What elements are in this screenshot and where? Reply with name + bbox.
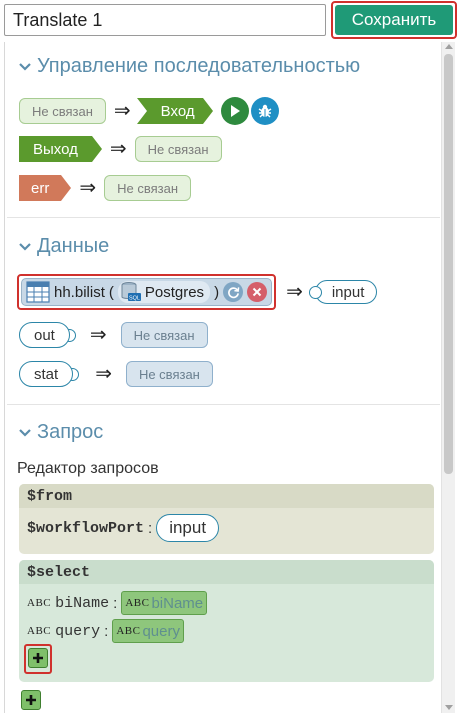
stat-port-row: stat ⇒ Не связан xyxy=(19,361,213,387)
plus-icon xyxy=(26,695,36,705)
run-button[interactable] xyxy=(220,97,249,125)
input-flow-row: Не связан ⇒ Вход xyxy=(19,97,279,125)
flow-arrow: ⇒ xyxy=(113,100,131,122)
unlinked-port[interactable]: Не связан xyxy=(19,98,106,124)
control-flow-section: Управление последовательностью Не связан… xyxy=(7,42,440,218)
type-label: ABC xyxy=(116,625,141,637)
save-button-highlight: Сохранить xyxy=(331,1,457,39)
from-field-line: $workflowPort : input xyxy=(27,514,220,542)
query-editor-label: Редактор запросов xyxy=(17,460,159,477)
from-value-port[interactable]: input xyxy=(156,514,220,542)
type-label: ABC xyxy=(27,597,52,609)
vertical-scrollbar[interactable] xyxy=(441,42,455,713)
error-flow-row: err ⇒ Не связан xyxy=(19,175,192,201)
colon: : xyxy=(148,519,153,537)
type-label: ABC xyxy=(27,625,52,637)
out-data-port[interactable]: out xyxy=(19,322,76,348)
from-block: $from $workflowPort : input xyxy=(19,484,434,554)
port-connector[interactable] xyxy=(308,285,322,299)
close-icon xyxy=(252,287,262,297)
flow-arrow: ⇒ xyxy=(286,281,303,303)
data-header[interactable]: Данные xyxy=(17,235,109,258)
section-title: Запрос xyxy=(37,421,104,443)
field-name[interactable]: query xyxy=(55,623,100,640)
out-port-row: out ⇒ Не связан xyxy=(19,322,208,348)
chevron-down-icon xyxy=(19,62,31,71)
section-title: Данные xyxy=(37,235,110,257)
paren-close: ) xyxy=(214,283,220,301)
input-port[interactable]: Вход xyxy=(136,98,213,124)
save-button[interactable]: Сохранить xyxy=(335,5,453,35)
database-name: Postgres xyxy=(144,283,205,301)
unlinked-port[interactable]: Не связан xyxy=(134,136,222,162)
output-flow-row: Выход ⇒ Не связан xyxy=(19,136,222,162)
from-block-header: $from xyxy=(19,484,434,508)
flow-arrow: ⇒ xyxy=(89,324,107,346)
remove-datasource-button[interactable] xyxy=(247,282,268,302)
alias-chip[interactable]: ABC biName xyxy=(121,591,208,615)
flow-arrow: ⇒ xyxy=(95,363,112,385)
alias-name: query xyxy=(142,622,180,640)
datasource-chip[interactable]: hh.bilist ( SQL Postgres ) xyxy=(21,278,273,306)
scroll-down-arrow[interactable] xyxy=(445,705,453,710)
plus-icon xyxy=(33,653,43,663)
stat-port-label: stat xyxy=(19,361,74,387)
scroll-up-arrow[interactable] xyxy=(445,44,453,49)
out-port-label: out xyxy=(19,322,70,348)
from-key: $workflowPort xyxy=(27,519,145,537)
unlinked-port[interactable]: Не связан xyxy=(104,175,192,201)
bug-icon xyxy=(258,104,271,118)
refresh-icon xyxy=(227,286,239,298)
colon: : xyxy=(113,594,118,612)
input-port-label: input xyxy=(314,280,378,304)
datasource-highlight: hh.bilist ( SQL Postgres ) xyxy=(17,274,277,310)
chevron-down-icon xyxy=(19,428,31,437)
select-field-row: ABC biName : ABC biName xyxy=(27,591,208,615)
add-field-highlight xyxy=(24,644,52,674)
select-block-header: $select xyxy=(19,560,434,584)
data-section: Данные hh.bilist (SQL Postgres) ⇒ inpu… xyxy=(7,222,440,405)
select-block: $select ABC biName : ABC biName ABC quer… xyxy=(19,560,434,682)
type-label: ABC xyxy=(125,597,150,609)
properties-panel[interactable]: Управление последовательностью Не связан… xyxy=(4,42,455,713)
add-field-button[interactable] xyxy=(28,648,48,668)
select-field-row: ABC query : ABC query xyxy=(27,619,184,643)
stat-data-port[interactable]: stat xyxy=(19,361,80,387)
error-port[interactable]: err xyxy=(19,175,72,201)
output-port[interactable]: Выход xyxy=(19,136,102,162)
scroll-thumb[interactable] xyxy=(444,54,453,474)
flow-arrow: ⇒ xyxy=(109,138,127,160)
control-flow-header[interactable]: Управление последовательностью xyxy=(17,55,360,78)
workflow-title-input[interactable] xyxy=(4,4,326,36)
play-icon xyxy=(230,105,240,117)
section-title: Управление последовательностью xyxy=(37,55,361,77)
query-header[interactable]: Запрос xyxy=(17,421,103,444)
alias-chip[interactable]: ABC query xyxy=(112,619,184,643)
input-data-port[interactable]: input xyxy=(308,280,378,304)
table-icon xyxy=(26,281,50,303)
field-name[interactable]: biName xyxy=(55,595,109,612)
sql-badge-text: SQL xyxy=(129,296,140,302)
colon: : xyxy=(104,622,109,640)
chevron-down-icon xyxy=(19,242,31,251)
debug-button[interactable] xyxy=(250,97,279,125)
unlinked-port[interactable]: Не связан xyxy=(120,322,208,348)
datasource-row: hh.bilist ( SQL Postgres ) ⇒ input xyxy=(17,274,378,310)
unlinked-port[interactable]: Не связан xyxy=(125,361,213,387)
query-section: Запрос Редактор запросов $from $workflow… xyxy=(7,406,440,713)
paren-open: ( xyxy=(108,283,114,301)
database-chip[interactable]: SQL Postgres xyxy=(117,281,211,303)
database-icon: SQL xyxy=(121,282,141,302)
flow-arrow: ⇒ xyxy=(79,177,97,199)
refresh-button[interactable] xyxy=(223,282,244,302)
table-name: hh.bilist xyxy=(54,283,105,301)
alias-name: biName xyxy=(151,594,204,612)
add-block-button[interactable] xyxy=(21,690,41,710)
